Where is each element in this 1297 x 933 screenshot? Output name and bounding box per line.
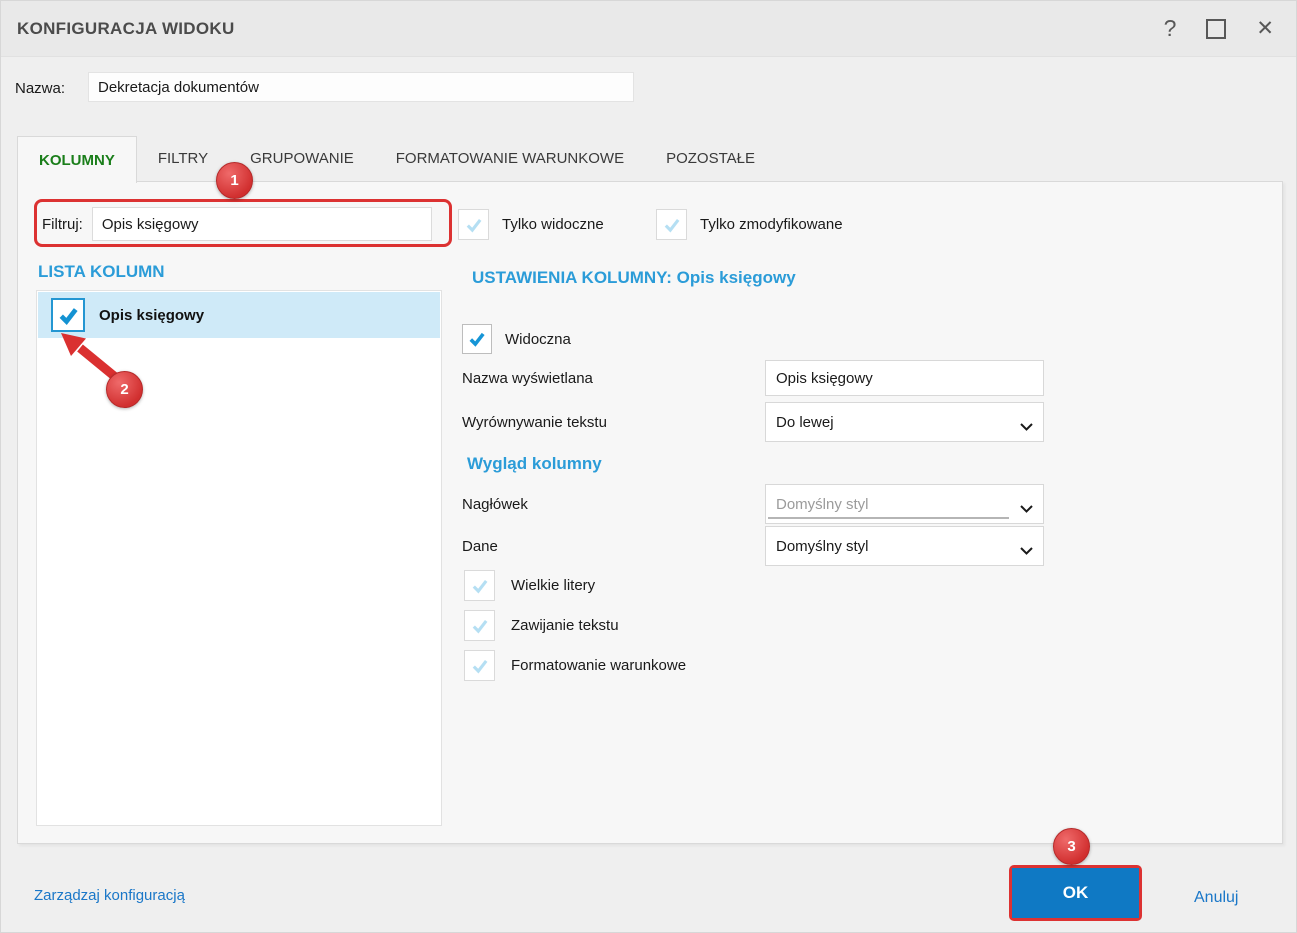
option-wrap-text[interactable]: Zawijanie tekstu	[464, 610, 619, 641]
view-configuration-dialog: KONFIGURACJA WIDOKU ? ✕ Nazwa: KOLUMNY F…	[0, 0, 1297, 933]
text-alignment-row: Wyrównywanie tekstu Do lewej	[462, 402, 1044, 442]
toggle-only-modified[interactable]: Tylko zmodyfikowane	[656, 209, 843, 240]
faded-checkbox-icon[interactable]	[458, 209, 489, 240]
data-style-value: Domyślny styl	[776, 537, 869, 555]
data-style-row: Dane Domyślny styl	[462, 526, 1044, 566]
list-item-label: Opis księgowy	[99, 306, 205, 324]
option-uppercase-label: Wielkie litery	[511, 577, 596, 594]
option-conditional-formatting-label: Formatowanie warunkowe	[511, 657, 687, 674]
text-alignment-select[interactable]: Do lewej	[765, 402, 1044, 442]
faded-checkbox-icon[interactable]	[656, 209, 687, 240]
maximize-icon[interactable]	[1206, 18, 1227, 39]
window-controls: ? ✕	[1164, 17, 1280, 40]
tab-filtry[interactable]: FILTRY	[137, 136, 229, 181]
data-style-select[interactable]: Domyślny styl	[765, 526, 1044, 566]
header-style-row: Nagłówek Domyślny styl	[462, 484, 1044, 524]
column-settings-header: USTAWIENIA KOLUMNY: Opis księgowy	[472, 268, 796, 287]
step-badge-2: 2	[106, 371, 143, 408]
option-conditional-formatting[interactable]: Formatowanie warunkowe	[464, 650, 686, 681]
appearance-header: Wygląd kolumny	[467, 454, 602, 473]
list-item[interactable]: Opis księgowy	[38, 292, 440, 338]
display-name-label: Nazwa wyświetlana	[462, 369, 593, 387]
name-input[interactable]	[88, 72, 634, 102]
faded-checkbox-icon[interactable]	[464, 610, 495, 641]
step-badge-1: 1	[216, 162, 253, 199]
checked-checkbox-icon[interactable]	[51, 298, 85, 332]
faded-checkbox-icon[interactable]	[464, 650, 495, 681]
cancel-link[interactable]: Anuluj	[1194, 889, 1238, 907]
data-style-label: Dane	[462, 537, 498, 555]
display-name-input[interactable]	[765, 360, 1044, 396]
tab-bar: KOLUMNY FILTRY GRUPOWANIE FORMATOWANIE W…	[17, 136, 776, 183]
chevron-down-icon	[1020, 500, 1033, 517]
option-uppercase[interactable]: Wielkie litery	[464, 570, 595, 601]
toggle-only-modified-label: Tylko zmodyfikowane	[700, 216, 843, 233]
annotation-box-ok: OK	[1009, 865, 1142, 921]
display-name-row: Nazwa wyświetlana	[462, 360, 1044, 396]
text-alignment-value: Do lewej	[776, 413, 834, 431]
step-badge-3: 3	[1053, 828, 1090, 865]
column-listbox[interactable]: Opis księgowy	[36, 290, 442, 826]
tab-kolumny[interactable]: KOLUMNY	[17, 136, 137, 183]
checked-checkbox-icon[interactable]	[462, 324, 492, 354]
faded-checkbox-icon[interactable]	[464, 570, 495, 601]
option-wrap-text-label: Zawijanie tekstu	[511, 617, 619, 634]
header-style-value: Domyślny styl	[776, 495, 869, 513]
manage-configuration-link[interactable]: Zarządzaj konfiguracją	[34, 887, 185, 904]
tab-pozostale[interactable]: POZOSTAŁE	[645, 136, 776, 181]
titlebar: KONFIGURACJA WIDOKU ? ✕	[1, 1, 1296, 57]
header-style-select[interactable]: Domyślny styl	[765, 484, 1044, 524]
chevron-down-icon	[1020, 418, 1033, 435]
help-icon[interactable]: ?	[1164, 17, 1177, 40]
filter-input[interactable]	[91, 207, 432, 241]
text-alignment-label: Wyrównywanie tekstu	[462, 413, 607, 431]
ok-button[interactable]: OK	[1012, 868, 1139, 918]
header-style-label: Nagłówek	[462, 495, 528, 513]
name-label: Nazwa:	[15, 80, 66, 97]
tab-content-panel: Filtruj: Tylko widoczne Tylko zmodyfikow…	[17, 181, 1283, 844]
chevron-down-icon	[1020, 542, 1033, 559]
filter-label: Filtruj:	[42, 215, 83, 233]
column-list-header: LISTA KOLUMN	[38, 262, 165, 281]
toggle-only-visible-label: Tylko widoczne	[502, 216, 604, 233]
visible-checkbox-row[interactable]: Widoczna	[462, 324, 571, 354]
tab-formatowanie-warunkowe[interactable]: FORMATOWANIE WARUNKOWE	[375, 136, 645, 181]
dialog-title: KONFIGURACJA WIDOKU	[17, 18, 235, 38]
filter-row: Filtruj:	[42, 204, 432, 244]
visible-checkbox-label: Widoczna	[505, 330, 571, 348]
toggle-only-visible[interactable]: Tylko widoczne	[458, 209, 604, 240]
close-icon[interactable]: ✕	[1256, 18, 1274, 39]
